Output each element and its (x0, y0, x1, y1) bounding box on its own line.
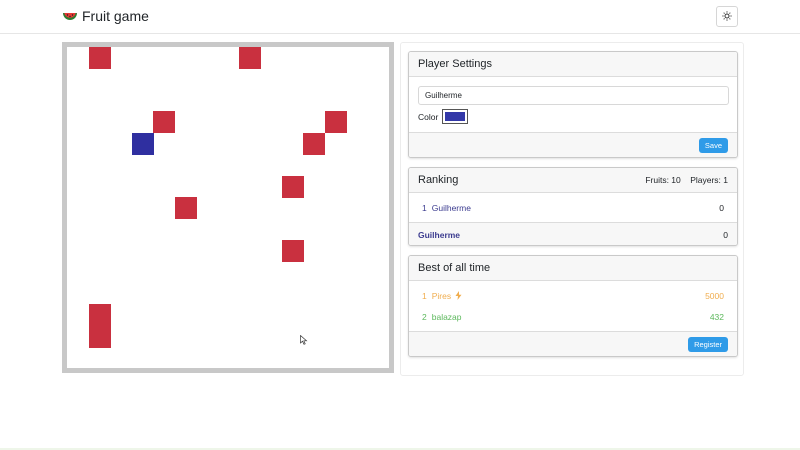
leaderboard-row: 2 balazap 432 (409, 306, 737, 327)
current-player-row: Guilherme 0 (409, 222, 737, 245)
player-score: 432 (709, 311, 724, 322)
watermelon-icon (62, 8, 78, 24)
ranking-card: Ranking Fruits: 10 Players: 1 1 Guilherm… (408, 167, 738, 246)
register-button[interactable]: Register (688, 336, 728, 352)
game-board[interactable] (62, 42, 394, 373)
mouse-cursor-icon (300, 332, 308, 345)
save-button[interactable]: Save (698, 137, 728, 153)
player-score: 0 (719, 202, 724, 213)
fruit (239, 47, 261, 69)
best-of-all-time-title: Best of all time (418, 262, 491, 274)
fruit (175, 197, 197, 219)
player-score: 5000 (705, 290, 724, 301)
best-of-all-time-header: Best of all time (409, 256, 737, 281)
theme-toggle-button[interactable] (716, 6, 738, 27)
player-name: Guilherme (431, 202, 471, 213)
player-settings-title: Player Settings (418, 58, 492, 70)
ranking-header: Ranking Fruits: 10 Players: 1 (409, 168, 737, 193)
player-name: Pires (431, 290, 452, 301)
current-player-score: 0 (723, 229, 728, 240)
fruit (303, 133, 325, 155)
lightning-icon (455, 291, 462, 300)
sun-icon (722, 8, 732, 26)
ranking-stats: Fruits: 10 Players: 1 (645, 175, 728, 185)
best-of-all-time-footer: Register (409, 331, 737, 356)
fruit (89, 47, 111, 69)
current-player-name: Guilherme (418, 229, 461, 240)
rank-number: 1 (422, 202, 427, 213)
color-picker[interactable] (442, 109, 468, 124)
fruit (153, 111, 175, 133)
rank-number: 2 (422, 311, 427, 322)
side-panel: Player Settings Color Save Ranking Fruit… (400, 42, 744, 376)
fruit (89, 304, 111, 326)
navbar: Fruit game (0, 0, 800, 34)
fruit (89, 326, 111, 348)
player-settings-card: Player Settings Color Save (408, 51, 738, 158)
ranking-row: 1 Guilherme 0 (409, 193, 737, 222)
player-settings-header: Player Settings (409, 52, 737, 77)
leaderboard-row: 1 Pires 5000 (409, 285, 737, 306)
fruit (282, 176, 304, 198)
fruit (325, 111, 347, 133)
player-name: balazap (431, 311, 462, 322)
fruits-count: Fruits: 10 (645, 175, 681, 185)
brand[interactable]: Fruit game (62, 8, 149, 24)
player-name-input[interactable] (418, 86, 729, 105)
rank-number: 1 (422, 290, 427, 301)
ranking-title: Ranking (418, 174, 459, 186)
player (132, 133, 154, 155)
color-label: Color (418, 112, 439, 122)
fruit (282, 240, 304, 262)
players-count: Players: 1 (690, 175, 728, 185)
player-settings-footer: Save (409, 132, 737, 157)
best-of-all-time-card: Best of all time 1 Pires 5000 2 balazap … (408, 255, 738, 357)
brand-title: Fruit game (82, 8, 149, 24)
